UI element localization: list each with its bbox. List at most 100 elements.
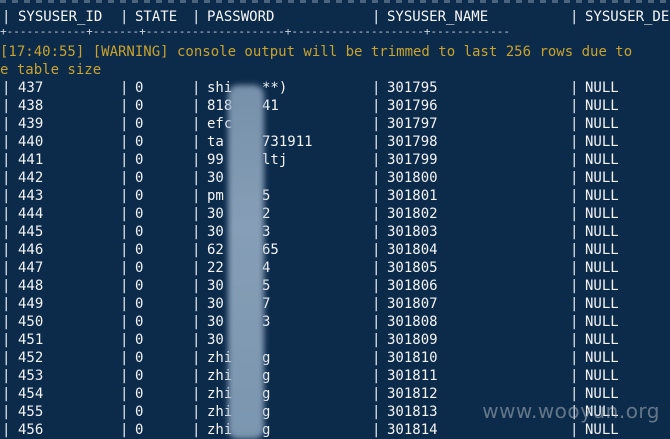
column-separator: | [120, 332, 129, 348]
column-separator: | [192, 188, 201, 204]
column-separator: | [192, 296, 201, 312]
cell-state: 0 [135, 188, 144, 204]
cell-password-tail: 41 [262, 98, 279, 114]
cell-sysuser-name: 301808 [387, 314, 438, 330]
column-separator: | [2, 188, 11, 204]
column-separator: | [2, 116, 11, 132]
column-separator: | [192, 368, 201, 384]
table-row: | 446 | 0 | 62 65 | 301804 | NULL [0, 241, 670, 259]
cell-sysuser-id: 442 [18, 170, 44, 186]
column-separator: | [570, 152, 579, 168]
column-separator: | [2, 152, 11, 168]
cell-sysuser-id: 452 [18, 350, 44, 366]
cell-sysuser-desc: NULL [585, 224, 619, 240]
column-separator: | [570, 278, 579, 294]
table-row: | 451 | 0 | 30 | 301809 | NULL [0, 331, 670, 349]
cell-sysuser-id: 454 [18, 386, 44, 402]
table-row: | 444 | 0 | 30 2 | 301802 | NULL [0, 205, 670, 223]
column-separator: | [120, 386, 129, 402]
cell-sysuser-desc: NULL [585, 350, 619, 366]
cell-sysuser-desc: NULL [585, 368, 619, 384]
cell-sysuser-name: 301802 [387, 206, 438, 222]
column-separator: | [192, 260, 201, 276]
column-separator: | [120, 9, 129, 25]
column-separator: | [192, 404, 201, 420]
cell-password: 30 [207, 224, 224, 240]
cell-state: 0 [135, 260, 144, 276]
cell-password: 22 [207, 260, 224, 276]
cell-password: 30 [207, 314, 224, 330]
column-separator: | [2, 80, 11, 96]
column-separator: | [570, 368, 579, 384]
column-separator: | [372, 80, 381, 96]
cell-password: 62 [207, 242, 224, 258]
cell-sysuser-id: 443 [18, 188, 44, 204]
header-rule: +------------+-------+------------------… [0, 25, 510, 38]
column-separator: | [570, 422, 579, 438]
column-separator: | [372, 422, 381, 438]
column-separator: | [192, 116, 201, 132]
column-separator: | [2, 9, 11, 25]
cell-sysuser-name: 301800 [387, 170, 438, 186]
cell-state: 0 [135, 368, 144, 384]
cell-sysuser-name: 301812 [387, 386, 438, 402]
cell-sysuser-id: 446 [18, 242, 44, 258]
column-separator: | [2, 314, 11, 330]
column-separator: | [120, 296, 129, 312]
cell-password-tail: 731911 [262, 134, 313, 150]
table-row: | 449 | 0 | 30 7 | 301807 | NULL [0, 295, 670, 313]
cell-password: 30 [207, 170, 224, 186]
table-row: | 456 | 0 | zhi g | 301814 | NULL [0, 421, 670, 439]
cell-sysuser-name: 301810 [387, 350, 438, 366]
column-separator: | [570, 98, 579, 114]
cell-password: 99 [207, 152, 224, 168]
cell-password: ta [207, 134, 224, 150]
cell-sysuser-desc: NULL [585, 422, 619, 438]
table-row: | 438 | 0 | 818 41 | 301796 | NULL [0, 97, 670, 115]
column-separator: | [2, 260, 11, 276]
column-separator: | [570, 188, 579, 204]
cell-sysuser-desc: NULL [585, 242, 619, 258]
column-separator: | [372, 404, 381, 420]
column-separator: | [372, 386, 381, 402]
column-separator: | [192, 422, 201, 438]
column-header-sysuser-desc: SYSUSER_DE [585, 9, 670, 25]
cell-state: 0 [135, 152, 144, 168]
cell-sysuser-name: 301798 [387, 134, 438, 150]
cell-state: 0 [135, 350, 144, 366]
cell-sysuser-desc: NULL [585, 152, 619, 168]
cell-sysuser-id: 455 [18, 404, 44, 420]
cell-state: 0 [135, 278, 144, 294]
column-separator: | [570, 224, 579, 240]
cell-sysuser-desc: NULL [585, 116, 619, 132]
table-row: | 441 | 0 | 99 ltj | 301799 | NULL [0, 151, 670, 169]
column-separator: | [120, 188, 129, 204]
table-row: | 440 | 0 | ta 731911 | 301798 | NULL [0, 133, 670, 151]
column-separator: | [2, 422, 11, 438]
cell-state: 0 [135, 386, 144, 402]
cell-password: 30 [207, 296, 224, 312]
column-separator: | [120, 242, 129, 258]
column-header-sysuser-id: SYSUSER_ID [18, 9, 103, 25]
cell-sysuser-desc: NULL [585, 260, 619, 276]
cell-state: 0 [135, 134, 144, 150]
column-separator: | [372, 170, 381, 186]
column-separator: | [192, 80, 201, 96]
cell-state: 0 [135, 170, 144, 186]
cell-sysuser-id: 449 [18, 296, 44, 312]
top-border-rule [0, 0, 670, 3]
column-separator: | [372, 116, 381, 132]
column-separator: | [192, 278, 201, 294]
cell-sysuser-id: 445 [18, 224, 44, 240]
column-separator: | [2, 242, 11, 258]
column-separator: | [372, 350, 381, 366]
column-separator: | [570, 350, 579, 366]
table-row: | 452 | 0 | zhi g | 301810 | NULL [0, 349, 670, 367]
redaction-blur [228, 85, 264, 439]
cell-sysuser-id: 447 [18, 260, 44, 276]
cell-sysuser-id: 456 [18, 422, 44, 438]
cell-state: 0 [135, 242, 144, 258]
column-header-sysuser-name: SYSUSER_NAME [387, 9, 489, 25]
column-separator: | [2, 368, 11, 384]
column-separator: | [2, 404, 11, 420]
